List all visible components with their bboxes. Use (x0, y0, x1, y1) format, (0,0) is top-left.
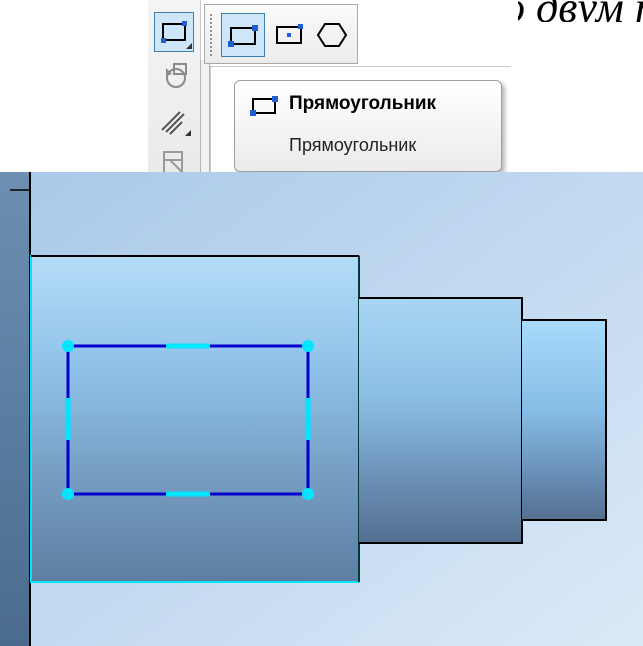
rotate-tool-button[interactable] (154, 56, 194, 96)
toolbar-area: Прямоугольник Прямоугольник (148, 0, 518, 179)
toolbar-divider (200, 60, 210, 178)
polygon-button[interactable] (311, 13, 353, 57)
drawing-canvas[interactable] (0, 172, 643, 646)
tooltip-title: Прямоугольник (289, 93, 437, 114)
polygon-icon (316, 23, 348, 47)
tooltip-description: Прямоугольник (289, 135, 417, 155)
rotate-icon (166, 63, 187, 88)
rectangle-two-points-icon (228, 25, 258, 47)
rectangle-two-points-button[interactable] (221, 13, 265, 57)
rectangle-center-vertex-button[interactable] (269, 13, 309, 57)
rectangle-flyout-panel (204, 4, 358, 64)
tooltip: Прямоугольник Прямоугольник (234, 80, 502, 172)
compact-toolbar (148, 0, 201, 178)
screen: …ямоугольник по двум точкам (0, 0, 643, 646)
grip-handle[interactable] (209, 13, 213, 57)
rectangle-tool-icon (161, 21, 192, 49)
middle-cylinder[interactable] (359, 298, 522, 543)
hatch-icon (161, 111, 191, 136)
rectangle-icon (250, 96, 278, 116)
right-cylinder[interactable] (522, 320, 606, 520)
rectangle-tool-button[interactable] (154, 12, 194, 52)
corner-point-top-right[interactable] (302, 340, 314, 352)
left-flange (0, 172, 30, 646)
rectangle-center-vertex-icon (276, 24, 303, 44)
corner-point-bottom-left[interactable] (62, 488, 74, 500)
hatch-tool-button[interactable] (154, 100, 194, 140)
corner-point-bottom-right[interactable] (302, 488, 314, 500)
drawing-viewport[interactable] (0, 172, 643, 646)
corner-point-top-left[interactable] (62, 340, 74, 352)
